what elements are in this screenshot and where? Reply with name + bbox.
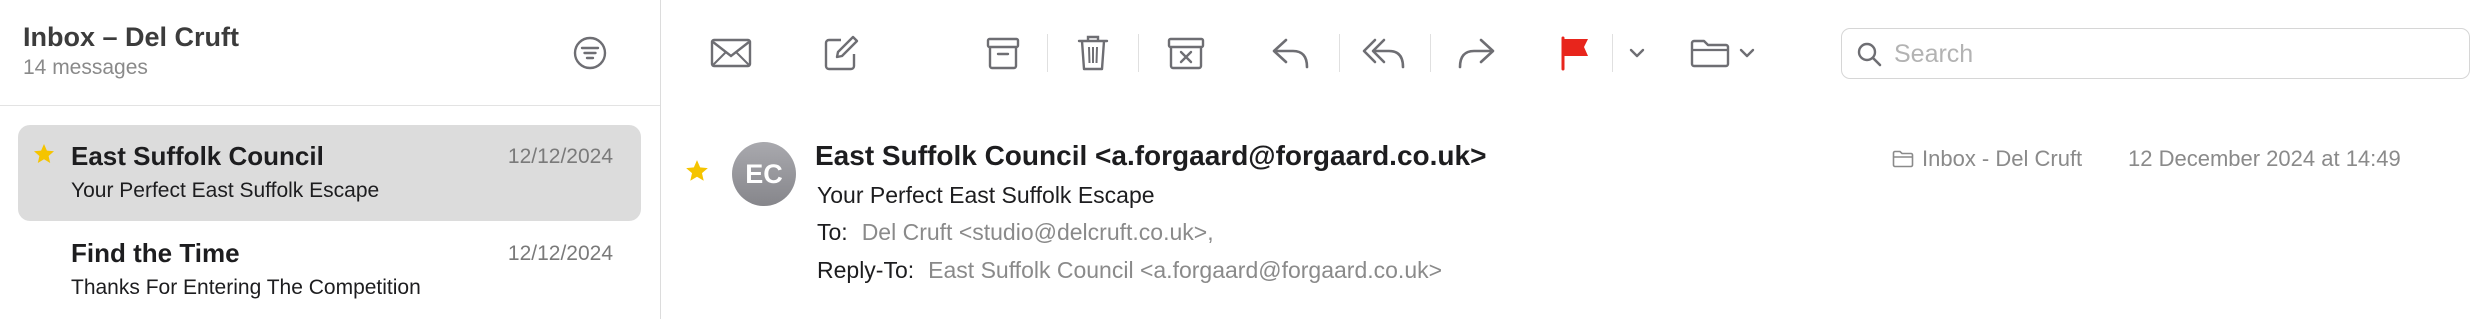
folder-icon[interactable] bbox=[1684, 28, 1764, 78]
compose-icon[interactable] bbox=[816, 28, 866, 78]
message-sender: East Suffolk Council bbox=[71, 141, 324, 171]
reply-icon[interactable] bbox=[1266, 28, 1316, 78]
search-icon bbox=[1856, 41, 1882, 67]
message-list-pane: Inbox – Del Cruft 14 messages East Suffo… bbox=[0, 0, 661, 319]
reply-to-row: Reply-To: East Suffolk Council <a.forgaar… bbox=[817, 257, 1442, 284]
search-input[interactable] bbox=[1894, 37, 2454, 71]
mailbox-name: Inbox - Del Cruft bbox=[1922, 146, 2083, 171]
message-subject: Your Perfect East Suffolk Escape bbox=[71, 179, 380, 202]
message-subject-line: Your Perfect East Suffolk Escape bbox=[817, 182, 1155, 208]
message-list-item[interactable]: Find the Time 12/12/2024 Thanks For Ente… bbox=[18, 222, 641, 318]
message-list-item[interactable]: East Suffolk Council 12/12/2024 Your Per… bbox=[18, 125, 641, 221]
message-date: 12/12/2024 bbox=[507, 242, 613, 265]
star-icon[interactable] bbox=[684, 158, 710, 184]
mailbox-location: Inbox - Del Cruft bbox=[1892, 146, 2082, 172]
avatar: EC bbox=[732, 142, 796, 206]
toolbar bbox=[662, 0, 2485, 106]
filter-icon[interactable] bbox=[570, 33, 610, 73]
archive-icon[interactable] bbox=[978, 28, 1028, 78]
envelope-icon[interactable] bbox=[706, 28, 756, 78]
message-sender: Find the Time bbox=[71, 238, 240, 268]
trash-icon[interactable] bbox=[1068, 28, 1118, 78]
to-row: To: Del Cruft <studio@delcruft.co.uk>, bbox=[817, 219, 1214, 246]
folder-icon bbox=[1892, 150, 1914, 168]
chevron-down-icon[interactable] bbox=[1622, 28, 1652, 78]
message-date: 12/12/2024 bbox=[507, 145, 613, 168]
message-timestamp: 12 December 2024 at 14:49 bbox=[2128, 146, 2401, 171]
search-field[interactable] bbox=[1841, 28, 2470, 79]
message-viewer: EC East Suffolk Council <a.forgaard@forg… bbox=[662, 106, 2485, 319]
to-label: To: bbox=[817, 219, 848, 245]
message-count: 14 messages bbox=[23, 56, 148, 79]
reply-all-icon[interactable] bbox=[1359, 28, 1409, 78]
forward-icon[interactable] bbox=[1451, 28, 1501, 78]
mailbox-title: Inbox – Del Cruft bbox=[23, 22, 240, 52]
flag-icon[interactable] bbox=[1549, 28, 1599, 78]
mailbox-header: Inbox – Del Cruft 14 messages bbox=[0, 0, 660, 106]
message-from[interactable]: East Suffolk Council <a.forgaard@forgaar… bbox=[815, 140, 1486, 172]
to-recipient[interactable]: Del Cruft <studio@delcruft.co.uk>, bbox=[862, 219, 1214, 245]
reply-to-address[interactable]: East Suffolk Council <a.forgaard@forgaar… bbox=[928, 257, 1442, 283]
junk-icon[interactable] bbox=[1161, 28, 1211, 78]
reply-to-label: Reply-To: bbox=[817, 257, 915, 283]
message-subject: Thanks For Entering The Competition bbox=[71, 276, 421, 299]
star-icon bbox=[32, 142, 56, 166]
